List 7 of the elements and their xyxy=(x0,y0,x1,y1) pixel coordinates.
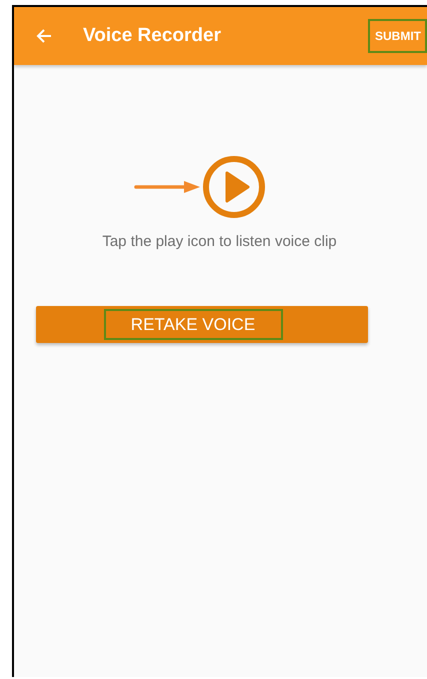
back-arrow-icon[interactable] xyxy=(36,28,52,44)
retake-voice-button[interactable]: RETAKE VOICE xyxy=(36,306,368,343)
screen-title: Voice Recorder xyxy=(83,25,222,47)
submit-button[interactable]: SUBMIT xyxy=(368,19,427,53)
arrow-icon xyxy=(134,180,200,194)
play-icon[interactable] xyxy=(202,155,266,219)
hint-text: Tap the play icon to listen voice clip xyxy=(102,233,337,250)
